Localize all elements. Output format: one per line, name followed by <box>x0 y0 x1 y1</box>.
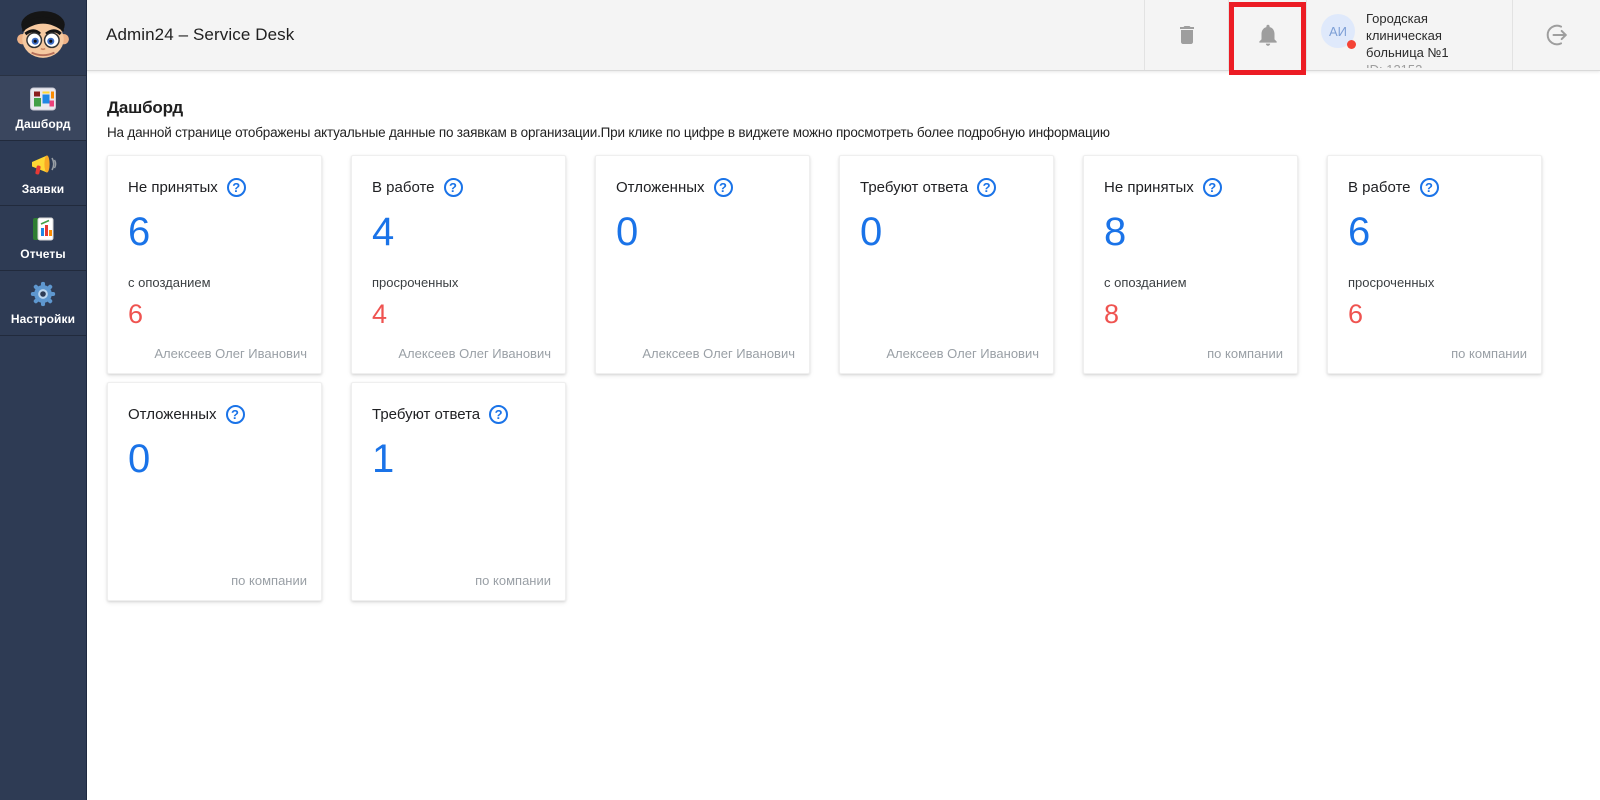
card-scope: по компании <box>1451 346 1527 361</box>
user-avatar-image[interactable] <box>15 7 71 63</box>
top-header: Admin24 – Service Desk АИ Городская клин… <box>86 0 1600 71</box>
help-icon[interactable]: ? <box>1203 178 1222 197</box>
header-actions: АИ Городская клиническая больница №1 ID:… <box>1144 0 1600 70</box>
trash-icon <box>1175 23 1199 47</box>
card-scope: Алексеев Олег Иванович <box>642 346 795 361</box>
widget-card: В работе ? 4 просроченных 4 Алексеев Оле… <box>351 155 566 374</box>
bell-icon <box>1255 22 1281 48</box>
org-line: больница №1 <box>1366 44 1496 61</box>
card-title: Не принятых <box>128 179 218 196</box>
card-title: В работе <box>372 179 435 196</box>
sidebar-menu: Дашборд Заявки Отчеты <box>0 75 86 336</box>
org-id: ID: 12152 <box>1366 61 1496 68</box>
help-icon[interactable]: ? <box>444 178 463 197</box>
sidebar-item-label: Заявки <box>22 182 65 196</box>
card-value[interactable]: 0 <box>616 212 638 252</box>
app-title: Admin24 – Service Desk <box>106 25 294 45</box>
card-title: Требуют ответа <box>860 179 968 196</box>
card-subvalue[interactable]: 6 <box>128 301 143 328</box>
logout-icon <box>1543 21 1571 49</box>
notification-dot <box>1347 40 1356 49</box>
card-value[interactable]: 4 <box>372 212 394 252</box>
gear-icon <box>29 280 57 308</box>
card-value[interactable]: 6 <box>1348 212 1370 252</box>
org-line: Городская <box>1366 10 1496 27</box>
widget-card: Отложенных ? 0 по компании <box>107 382 322 601</box>
sidebar-item-tickets[interactable]: Заявки <box>0 140 86 205</box>
card-scope: Алексеев Олег Иванович <box>886 346 1039 361</box>
card-value[interactable]: 6 <box>128 212 150 252</box>
trash-button[interactable] <box>1144 0 1228 70</box>
widget-card: Требуют ответа ? 1 по компании <box>351 382 566 601</box>
widget-card: Отложенных ? 0 Алексеев Олег Иванович <box>595 155 810 374</box>
megaphone-icon <box>29 150 57 178</box>
main-content: Дашборд На данной странице отображены ак… <box>86 70 1600 800</box>
page-title: Дашборд <box>107 98 1600 118</box>
user-initials: АИ <box>1329 24 1347 39</box>
card-scope: по компании <box>231 573 307 588</box>
sidebar-item-dashboard[interactable]: Дашборд <box>0 75 86 140</box>
notifications-button[interactable] <box>1228 0 1306 70</box>
logout-button[interactable] <box>1512 0 1600 70</box>
page-description: На данной странице отображены актуальные… <box>107 125 1600 140</box>
dashboard-icon <box>29 85 57 113</box>
card-scope: Алексеев Олег Иванович <box>154 346 307 361</box>
sidebar: Дашборд Заявки Отчеты <box>0 0 87 800</box>
current-user-area[interactable]: АИ Городская клиническая больница №1 ID:… <box>1306 0 1512 70</box>
organization-name: Городская клиническая больница №1 ID: 12… <box>1366 10 1496 68</box>
card-scope: по компании <box>1207 346 1283 361</box>
card-value[interactable]: 8 <box>1104 212 1126 252</box>
widget-card: Не принятых ? 6 с опозданием 6 Алексеев … <box>107 155 322 374</box>
widget-card: Не принятых ? 8 с опозданием 8 по компан… <box>1083 155 1298 374</box>
sidebar-item-settings[interactable]: Настройки <box>0 270 86 336</box>
widget-card: В работе ? 6 просроченных 6 по компании <box>1327 155 1542 374</box>
sidebar-item-label: Дашборд <box>15 117 70 131</box>
card-value[interactable]: 1 <box>372 439 394 479</box>
card-scope: Алексеев Олег Иванович <box>398 346 551 361</box>
widgets-row-2: Отложенных ? 0 по компании Требуют ответ… <box>107 382 1600 601</box>
card-title: Не принятых <box>1104 179 1194 196</box>
org-line: клиническая <box>1366 27 1496 44</box>
help-icon[interactable]: ? <box>489 405 508 424</box>
card-value[interactable]: 0 <box>128 439 150 479</box>
card-subvalue[interactable]: 8 <box>1104 301 1119 328</box>
card-title: Отложенных <box>128 406 217 423</box>
card-title: Отложенных <box>616 179 705 196</box>
card-sublabel: просроченных <box>1348 275 1525 290</box>
widget-card: Требуют ответа ? 0 Алексеев Олег Иванови… <box>839 155 1054 374</box>
card-sublabel: с опозданием <box>128 275 305 290</box>
help-icon[interactable]: ? <box>1420 178 1439 197</box>
card-value[interactable]: 0 <box>860 212 882 252</box>
card-subvalue[interactable]: 6 <box>1348 301 1363 328</box>
card-title: Требуют ответа <box>372 406 480 423</box>
help-icon[interactable]: ? <box>226 405 245 424</box>
card-sublabel: просроченных <box>372 275 549 290</box>
card-subvalue[interactable]: 4 <box>372 301 387 328</box>
report-icon <box>29 215 57 243</box>
help-icon[interactable]: ? <box>227 178 246 197</box>
help-icon[interactable]: ? <box>977 178 996 197</box>
widgets-row-1: Не принятых ? 6 с опозданием 6 Алексеев … <box>107 155 1600 374</box>
help-icon[interactable]: ? <box>714 178 733 197</box>
sidebar-item-label: Отчеты <box>20 247 65 261</box>
card-title: В работе <box>1348 179 1411 196</box>
card-sublabel: с опозданием <box>1104 275 1281 290</box>
sidebar-item-label: Настройки <box>11 312 75 326</box>
user-initials-avatar: АИ <box>1321 14 1355 48</box>
sidebar-item-reports[interactable]: Отчеты <box>0 205 86 270</box>
card-scope: по компании <box>475 573 551 588</box>
